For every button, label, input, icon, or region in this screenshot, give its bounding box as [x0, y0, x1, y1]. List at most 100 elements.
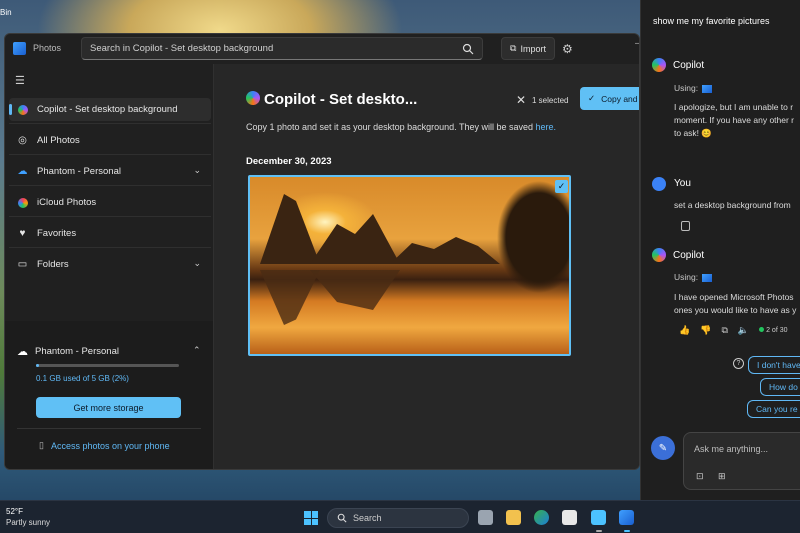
- using-text: Using:: [674, 272, 699, 282]
- import-label: Import: [520, 43, 546, 54]
- recycle-bin-label[interactable]: Bin: [0, 8, 12, 17]
- edge-browser-icon[interactable]: [534, 510, 549, 525]
- screenshot-icon[interactable]: ⊞: [718, 471, 726, 482]
- main-content: Copilot - Set deskto... ✕ 1 selected ✓ C…: [213, 64, 639, 469]
- hamburger-menu-icon[interactable]: ☰: [15, 74, 25, 87]
- search-icon[interactable]: [462, 43, 474, 55]
- taskbar: 52°F Partly sunny Search: [0, 500, 800, 533]
- copilot-logo-icon: [246, 91, 260, 105]
- sidebar-item-folders[interactable]: ▭ Folders ⌄: [9, 253, 211, 276]
- app-name: Photos: [33, 43, 62, 53]
- access-phone-link[interactable]: Access photos on your phone: [51, 441, 170, 451]
- chevron-up-icon[interactable]: ⌃: [193, 345, 201, 356]
- weather-description[interactable]: Partly sunny: [6, 518, 50, 527]
- task-view-icon[interactable]: [478, 510, 493, 525]
- weather-temperature[interactable]: 52°F: [6, 507, 23, 516]
- here-link[interactable]: here.: [536, 122, 557, 132]
- get-more-storage-button[interactable]: Get more storage: [36, 397, 181, 418]
- chevron-down-icon[interactable]: ⌄: [193, 258, 201, 269]
- sidebar-item-label: Favorites: [37, 228, 77, 239]
- sidebar-item-onedrive[interactable]: ☁ Phantom - Personal ⌄: [9, 160, 211, 183]
- sender-name: Copilot: [673, 60, 705, 71]
- photos-icon: ◎: [18, 135, 27, 146]
- storage-title: Phantom - Personal: [35, 346, 119, 357]
- description-text: Copy 1 photo and set it as your desktop …: [246, 122, 536, 132]
- running-indicator: [624, 530, 630, 532]
- thumbs-up-icon[interactable]: 👍: [679, 325, 690, 336]
- mountain-shape: [310, 214, 400, 264]
- using-label: Using:: [674, 83, 713, 93]
- photo-checkbox[interactable]: ✓: [555, 180, 568, 193]
- copy-icon[interactable]: [681, 221, 690, 231]
- page-count: 2 of 30: [759, 327, 788, 334]
- folder-icon: ▭: [17, 259, 28, 270]
- suggestion-chip[interactable]: How do: [760, 378, 800, 396]
- feedback-row: 👍 👎 ⧉ 🔈 2 of 30: [679, 325, 788, 336]
- suggestion-chip[interactable]: Can you re: [747, 400, 800, 418]
- notepad-icon[interactable]: [591, 510, 606, 525]
- date-header: December 30, 2023: [246, 156, 332, 167]
- sender-name: Copilot: [673, 250, 705, 261]
- reply-line: to ask! 😊: [674, 128, 712, 138]
- image-input-icon[interactable]: ⊡: [696, 471, 704, 482]
- user-message: show me my favorite pictures: [653, 16, 770, 26]
- photos-app-icon: [13, 42, 26, 55]
- selection-count: 1 selected: [532, 96, 569, 105]
- reply-line: I apologize, but I am unable to r: [674, 102, 794, 112]
- divider: [17, 428, 201, 429]
- gear-icon[interactable]: ⚙: [562, 42, 573, 56]
- chat-input[interactable]: Ask me anything... ⊡ ⊞: [683, 432, 800, 490]
- description: Copy 1 photo and set it as your desktop …: [246, 122, 556, 132]
- close-icon[interactable]: ✕: [516, 93, 526, 107]
- copy-and-set-button[interactable]: ✓ Copy and se: [580, 87, 639, 110]
- suggestion-help-icon: ?: [733, 358, 744, 369]
- copilot-logo-icon: [652, 58, 666, 72]
- page-count-text: 2 of 30: [766, 327, 788, 334]
- storage-panel: ☁ Phantom - Personal ⌃ 0.1 GB used of 5 …: [5, 321, 213, 469]
- search-input[interactable]: Search in Copilot - Set desktop backgrou…: [81, 37, 483, 60]
- avatar: [652, 177, 666, 191]
- thumbs-down-icon[interactable]: 👎: [700, 325, 711, 336]
- photos-taskbar-icon[interactable]: [619, 510, 634, 525]
- copy-icon[interactable]: ⧉: [721, 325, 727, 336]
- sidebar-item-all-photos[interactable]: ◎ All Photos: [9, 129, 211, 152]
- speaker-icon[interactable]: 🔈: [738, 325, 749, 336]
- checkmark-icon: ✓: [588, 93, 596, 103]
- sidebar: ☰ Copilot - Set desktop background ◎ All…: [5, 64, 213, 469]
- taskbar-search[interactable]: Search: [327, 508, 469, 528]
- import-icon: ⧉: [510, 43, 517, 53]
- sidebar-item-label: Folders: [37, 259, 69, 270]
- taskbar-search-label: Search: [353, 513, 382, 523]
- start-button[interactable]: [304, 511, 318, 525]
- new-topic-button[interactable]: ✎: [651, 436, 675, 460]
- sidebar-item-label: iCloud Photos: [37, 197, 97, 208]
- sidebar-item-icloud[interactable]: iCloud Photos: [9, 191, 211, 214]
- copilot-icon: [17, 104, 28, 115]
- cloud-icon: ☁: [17, 346, 28, 358]
- sidebar-item-label: All Photos: [37, 135, 80, 146]
- sidebar-item-copilot[interactable]: Copilot - Set desktop background: [9, 98, 211, 121]
- file-explorer-icon[interactable]: [506, 510, 521, 525]
- heart-icon: ♥: [19, 228, 26, 239]
- photos-app-icon: [702, 84, 713, 93]
- store-icon[interactable]: [562, 510, 577, 525]
- sidebar-item-favorites[interactable]: ♥ Favorites: [9, 222, 211, 245]
- suggestion-chip[interactable]: I don't have: [748, 356, 800, 374]
- user-message: set a desktop background from: [674, 200, 791, 210]
- storage-usage-fill: [36, 364, 39, 367]
- import-button[interactable]: ⧉ Import: [501, 37, 555, 60]
- using-label: Using:: [674, 272, 713, 282]
- mountain-shape: [260, 194, 320, 264]
- photo-thumbnail[interactable]: ✓: [248, 175, 571, 356]
- reflection-shape: [310, 270, 400, 310]
- sidebar-item-label: Phantom - Personal: [37, 166, 121, 177]
- sender-name: You: [674, 178, 691, 189]
- title-bar: Photos Search in Copilot - Set desktop b…: [5, 34, 639, 64]
- reply-line: I have opened Microsoft Photos: [674, 292, 794, 302]
- copy-button-label: Copy and se: [601, 93, 639, 104]
- search-icon: [337, 513, 347, 523]
- page-title: Copilot - Set deskto...: [264, 91, 418, 108]
- chevron-down-icon[interactable]: ⌄: [193, 165, 201, 176]
- divider: [9, 154, 211, 155]
- copilot-logo-icon: [652, 248, 666, 262]
